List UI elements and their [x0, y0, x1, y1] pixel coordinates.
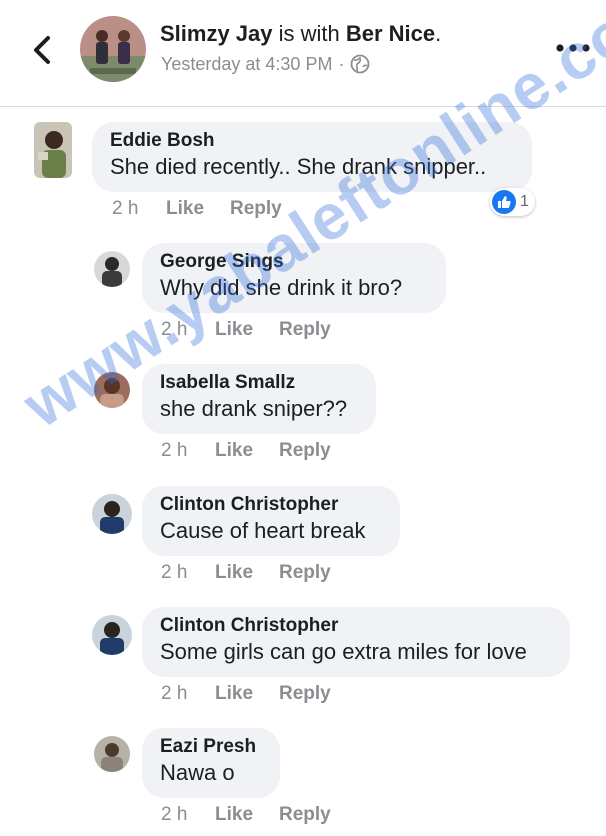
reply-button[interactable]: Reply [279, 440, 331, 462]
thumbs-up-icon [492, 190, 516, 214]
comment-author[interactable]: Eddie Bosh [110, 130, 514, 152]
comment-text: She died recently.. She drank snipper.. [110, 154, 487, 179]
comment-text: Cause of heart break [160, 518, 366, 543]
comment-actions: 2 h Like Reply [161, 440, 331, 462]
comment-bubble[interactable]: Eazi Presh Nawa o [142, 728, 280, 798]
reply-button[interactable]: Reply [279, 319, 331, 341]
comment-time: 2 h [161, 804, 188, 825]
tagged-friend-name[interactable]: Ber Nice [346, 21, 435, 46]
comment-bubble[interactable]: George Sings Why did she drink it bro? [142, 243, 446, 313]
reply-button[interactable]: Reply [279, 562, 331, 584]
commenter-avatar[interactable] [94, 372, 130, 408]
globe-icon [351, 54, 370, 74]
comment-text: Nawa o [160, 760, 235, 785]
like-button[interactable]: Like [215, 440, 279, 462]
comment-bubble[interactable]: Clinton Christopher Some girls can go ex… [142, 607, 570, 677]
back-chevron-icon[interactable] [26, 30, 60, 70]
comment-bubble[interactable]: Eddie Bosh She died recently.. She drank… [92, 122, 532, 192]
commenter-avatar[interactable] [94, 251, 130, 287]
with-text: is with [272, 21, 346, 46]
commenter-avatar[interactable] [92, 494, 132, 534]
title-period: . [435, 21, 442, 46]
post-author-name[interactable]: Slimzy Jay [160, 21, 273, 46]
reply-button[interactable]: Reply [279, 683, 331, 705]
post-title: Slimzy Jay is with Ber Nice. [160, 20, 441, 48]
like-button[interactable]: Like [215, 804, 279, 826]
comment-bubble[interactable]: Clinton Christopher Cause of heart break [142, 486, 400, 556]
more-options-icon[interactable] [554, 38, 592, 58]
reply-button[interactable]: Reply [230, 198, 282, 220]
comment-author[interactable]: Isabella Smallz [160, 372, 358, 394]
comment-time: 2 h [161, 440, 188, 461]
post-header: Slimzy Jay is with Ber Nice. Yesterday a… [0, 0, 606, 107]
like-button[interactable]: Like [215, 319, 279, 341]
comment-actions: 2 h Like Reply [161, 562, 331, 584]
post-meta: Yesterday at 4:30 PM · [161, 52, 370, 76]
reaction-count: 1 [520, 193, 529, 210]
comment-actions: 2 h Like Reply [161, 804, 331, 826]
comment-text: she drank sniper?? [160, 396, 348, 421]
reply-button[interactable]: Reply [279, 804, 331, 826]
comment-text: Some girls can go extra miles for love [160, 639, 527, 664]
like-button[interactable]: Like [215, 562, 279, 584]
commenter-avatar[interactable] [34, 122, 72, 178]
reaction-summary[interactable]: 1 [490, 188, 535, 216]
commenter-avatar[interactable] [92, 615, 132, 655]
comment-actions: 2 h Like Reply [161, 683, 331, 705]
comment-bubble[interactable]: Isabella Smallz she drank sniper?? [142, 364, 376, 434]
comment-author[interactable]: George Sings [160, 251, 428, 273]
comment-time: 2 h [161, 683, 188, 704]
commenter-avatar[interactable] [94, 736, 130, 772]
comment-actions: 2 h Like Reply [161, 319, 331, 341]
comment-author[interactable]: Clinton Christopher [160, 615, 552, 637]
like-button[interactable]: Like [215, 683, 279, 705]
comment-time: 2 h [112, 198, 139, 219]
comment-time: 2 h [161, 319, 188, 340]
like-button[interactable]: Like [166, 198, 230, 220]
comment-actions: 2 h Like Reply [112, 198, 282, 220]
comment-author[interactable]: Clinton Christopher [160, 494, 382, 516]
post-timestamp[interactable]: Yesterday at 4:30 PM [161, 52, 332, 76]
comment-time: 2 h [161, 562, 188, 583]
post-author-avatar[interactable] [80, 16, 146, 82]
comment-text: Why did she drink it bro? [160, 275, 403, 300]
comment-author[interactable]: Eazi Presh [160, 736, 262, 758]
meta-separator: · [338, 54, 345, 74]
